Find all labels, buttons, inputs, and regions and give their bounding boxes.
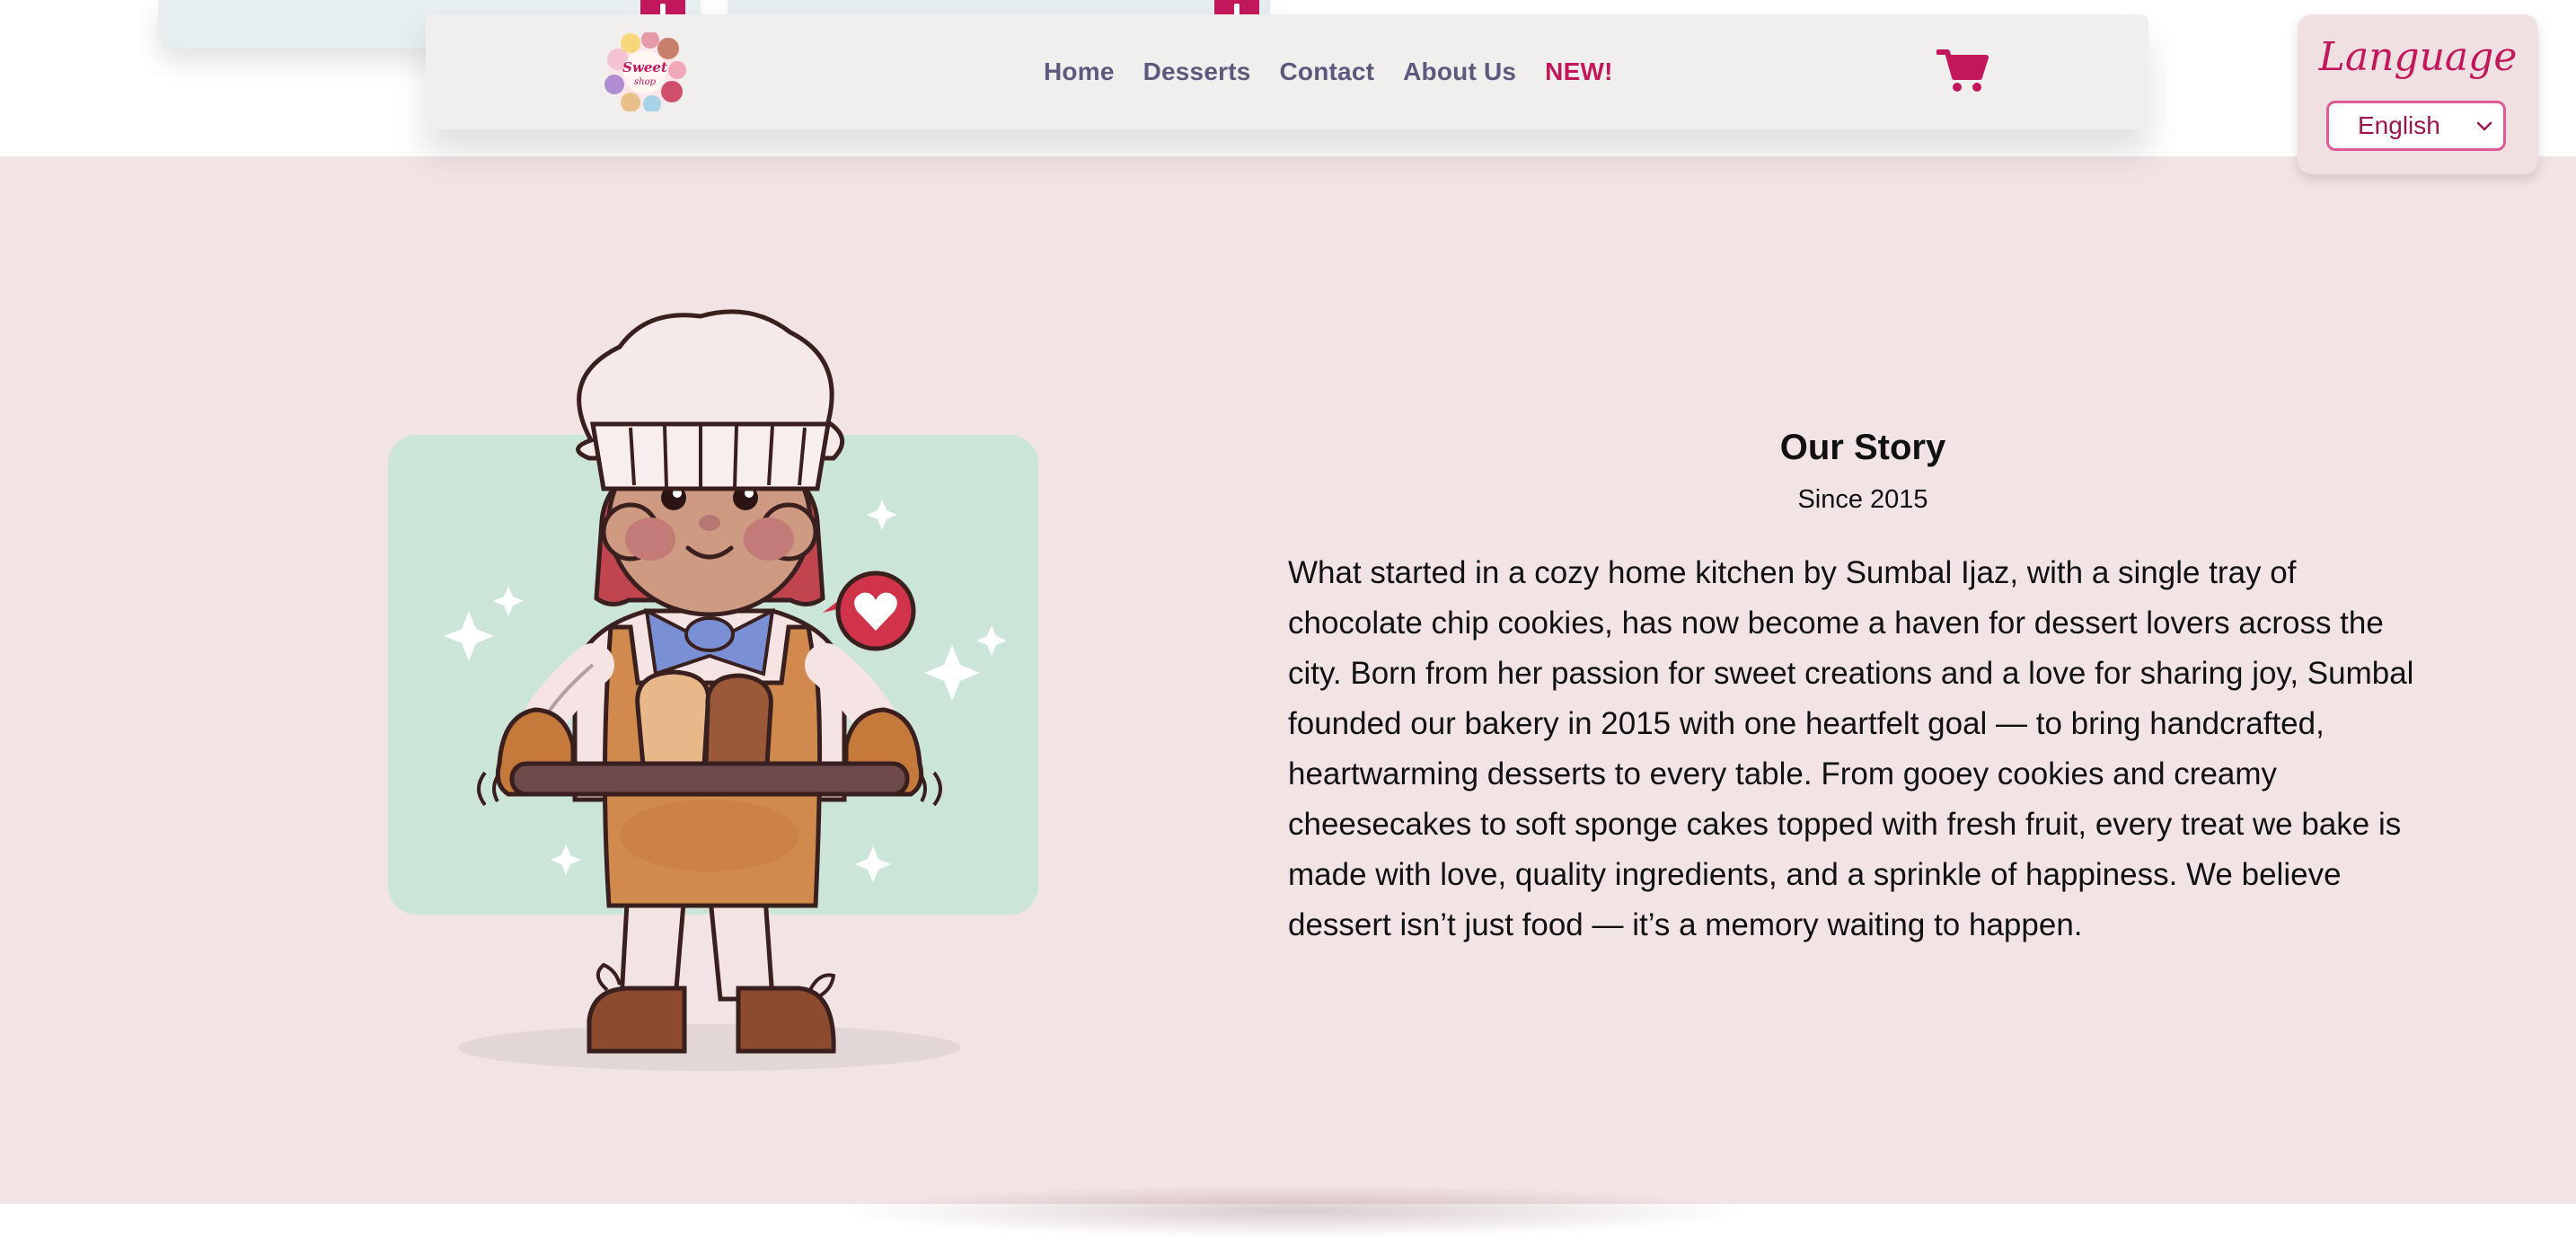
nav-link-desserts[interactable]: Desserts [1143,57,1251,86]
nav-link-contact[interactable]: Contact [1280,57,1375,86]
language-select[interactable]: English [2326,101,2506,151]
shopping-cart-icon[interactable] [1936,47,1989,93]
nav-links: Home Desserts Contact About Us NEW! [1044,14,1613,129]
language-panel: Language English [2298,14,2538,174]
nav-link-home[interactable]: Home [1044,57,1115,86]
logo-shop-text: shop [634,77,657,87]
story-since: Since 2015 [1797,485,1928,514]
sweet-shop-logo[interactable]: Sweet shop [604,31,686,113]
next-section-shadow [835,1184,1751,1238]
language-selected-value: English [2358,111,2440,139]
language-title: Language [2318,34,2518,80]
logo-sweet-text: Sweet [622,59,667,75]
story-title: Our Story [1779,428,1946,467]
story-body: What started in a cozy home kitchen by S… [1288,555,2414,942]
navbar: Sweet shop Home Desserts Contact About U… [426,14,2148,129]
nav-link-new[interactable]: NEW! [1545,57,1612,86]
nav-link-about-us[interactable]: About Us [1403,57,1516,86]
chef-illustration [444,309,1006,1071]
chevron-down-icon [2475,116,2494,136]
